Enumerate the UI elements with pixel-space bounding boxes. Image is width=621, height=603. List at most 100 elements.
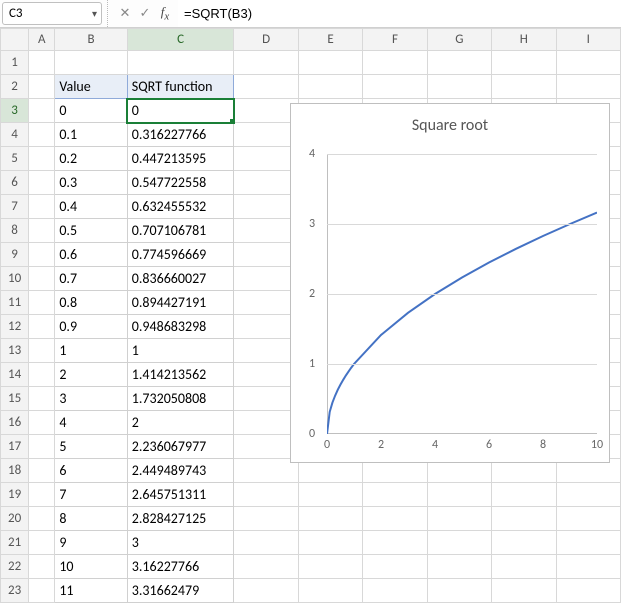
cell-C8[interactable]: 0.707106781 — [127, 219, 234, 243]
cell-D8[interactable] — [234, 219, 298, 243]
cell-A16[interactable] — [29, 411, 55, 435]
cell-H2[interactable] — [492, 75, 556, 99]
cell-A1[interactable] — [29, 51, 55, 75]
cell-B5[interactable]: 0.2 — [55, 147, 127, 171]
cell-D20[interactable] — [234, 507, 298, 531]
cell-A11[interactable] — [29, 291, 55, 315]
cell-E1[interactable] — [298, 51, 362, 75]
cell-B6[interactable]: 0.3 — [55, 171, 127, 195]
row-header-12[interactable]: 12 — [1, 315, 29, 339]
cell-C7[interactable]: 0.632455532 — [127, 195, 234, 219]
cell-B10[interactable]: 0.7 — [55, 267, 127, 291]
cell-D21[interactable] — [234, 531, 298, 555]
cell-H20[interactable] — [492, 507, 556, 531]
row-header-8[interactable]: 8 — [1, 219, 29, 243]
row-header-3[interactable]: 3 — [1, 99, 29, 123]
cell-I20[interactable] — [556, 507, 621, 531]
cell-C3[interactable]: 0 — [127, 99, 234, 123]
cell-C13[interactable]: 1 — [127, 339, 234, 363]
cell-G20[interactable] — [427, 507, 491, 531]
cell-D11[interactable] — [234, 291, 298, 315]
cell-A19[interactable] — [29, 483, 55, 507]
cell-F21[interactable] — [363, 531, 427, 555]
cell-A5[interactable] — [29, 147, 55, 171]
cell-A21[interactable] — [29, 531, 55, 555]
cell-E23[interactable] — [298, 579, 362, 603]
cell-B17[interactable]: 5 — [55, 435, 127, 459]
cell-B19[interactable]: 7 — [55, 483, 127, 507]
cell-A10[interactable] — [29, 267, 55, 291]
column-header-D[interactable]: D — [234, 29, 298, 51]
cell-A8[interactable] — [29, 219, 55, 243]
cell-F2[interactable] — [363, 75, 427, 99]
cell-B3[interactable]: 0 — [55, 99, 127, 123]
cell-D14[interactable] — [234, 363, 298, 387]
cell-A23[interactable] — [29, 579, 55, 603]
row-header-5[interactable]: 5 — [1, 147, 29, 171]
cell-C11[interactable]: 0.894427191 — [127, 291, 234, 315]
cell-H22[interactable] — [492, 555, 556, 579]
cell-B15[interactable]: 3 — [55, 387, 127, 411]
cell-D5[interactable] — [234, 147, 298, 171]
cell-D19[interactable] — [234, 483, 298, 507]
cell-C2[interactable]: SQRT function — [127, 75, 234, 99]
row-header-15[interactable]: 15 — [1, 387, 29, 411]
chart[interactable]: Square root 012340246810 — [290, 103, 610, 463]
column-header-H[interactable]: H — [492, 29, 556, 51]
cell-C19[interactable]: 2.645751311 — [127, 483, 234, 507]
column-header-A[interactable]: A — [29, 29, 55, 51]
cell-A13[interactable] — [29, 339, 55, 363]
cell-D6[interactable] — [234, 171, 298, 195]
column-header-F[interactable]: F — [363, 29, 427, 51]
row-header-16[interactable]: 16 — [1, 411, 29, 435]
cell-D10[interactable] — [234, 267, 298, 291]
cell-C17[interactable]: 2.236067977 — [127, 435, 234, 459]
cell-B1[interactable] — [55, 51, 127, 75]
cell-C6[interactable]: 0.547722558 — [127, 171, 234, 195]
cell-C1[interactable] — [127, 51, 234, 75]
cell-I19[interactable] — [556, 483, 621, 507]
cell-F19[interactable] — [363, 483, 427, 507]
cell-E21[interactable] — [298, 531, 362, 555]
chevron-down-icon[interactable]: ▾ — [92, 7, 97, 20]
cell-D23[interactable] — [234, 579, 298, 603]
cell-B13[interactable]: 1 — [55, 339, 127, 363]
cell-C23[interactable]: 3.31662479 — [127, 579, 234, 603]
cell-B21[interactable]: 9 — [55, 531, 127, 555]
cell-C21[interactable]: 3 — [127, 531, 234, 555]
cell-A3[interactable] — [29, 99, 55, 123]
column-header-I[interactable]: I — [556, 29, 621, 51]
cell-C9[interactable]: 0.774596669 — [127, 243, 234, 267]
cell-A17[interactable] — [29, 435, 55, 459]
column-header-E[interactable]: E — [298, 29, 362, 51]
cell-A2[interactable] — [29, 75, 55, 99]
cell-G1[interactable] — [427, 51, 491, 75]
cell-C15[interactable]: 1.732050808 — [127, 387, 234, 411]
cell-B11[interactable]: 0.8 — [55, 291, 127, 315]
cell-I21[interactable] — [556, 531, 621, 555]
cell-A18[interactable] — [29, 459, 55, 483]
cell-C20[interactable]: 2.828427125 — [127, 507, 234, 531]
cell-B4[interactable]: 0.1 — [55, 123, 127, 147]
row-header-2[interactable]: 2 — [1, 75, 29, 99]
cell-I23[interactable] — [556, 579, 621, 603]
cell-H19[interactable] — [492, 483, 556, 507]
cell-B9[interactable]: 0.6 — [55, 243, 127, 267]
cell-A7[interactable] — [29, 195, 55, 219]
cell-B7[interactable]: 0.4 — [55, 195, 127, 219]
cell-A22[interactable] — [29, 555, 55, 579]
cell-I1[interactable] — [556, 51, 621, 75]
row-header-14[interactable]: 14 — [1, 363, 29, 387]
cell-I2[interactable] — [556, 75, 621, 99]
cell-G19[interactable] — [427, 483, 491, 507]
cell-D16[interactable] — [234, 411, 298, 435]
cell-D7[interactable] — [234, 195, 298, 219]
row-header-9[interactable]: 9 — [1, 243, 29, 267]
cell-A9[interactable] — [29, 243, 55, 267]
cell-A12[interactable] — [29, 315, 55, 339]
row-header-17[interactable]: 17 — [1, 435, 29, 459]
cell-H1[interactable] — [492, 51, 556, 75]
row-header-20[interactable]: 20 — [1, 507, 29, 531]
cell-D12[interactable] — [234, 315, 298, 339]
cell-D3[interactable] — [234, 99, 298, 123]
